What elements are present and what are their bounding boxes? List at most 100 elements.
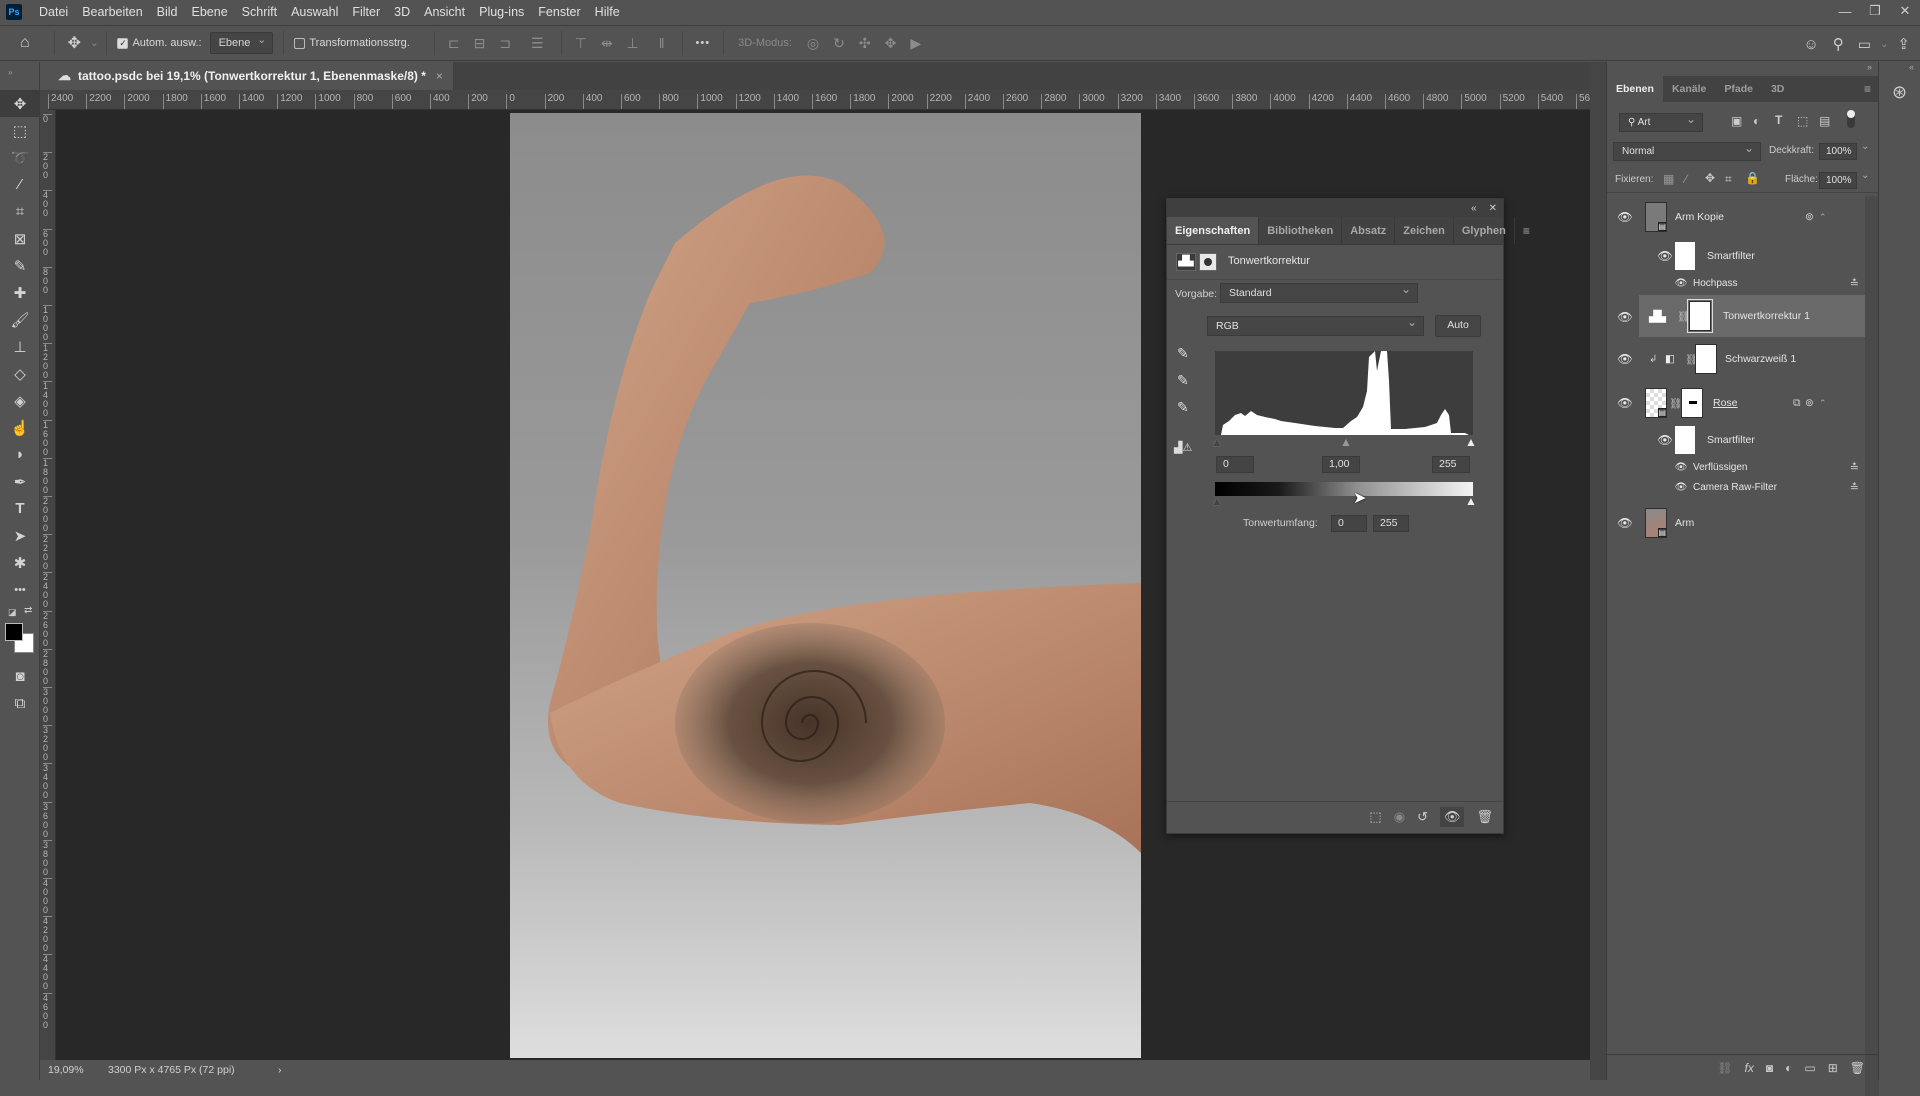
close-button[interactable]: ✕ <box>1890 0 1920 22</box>
new-layer-icon[interactable]: ⊞ <box>1828 1061 1838 1075</box>
type-tool-icon[interactable]: T <box>0 495 40 522</box>
visibility-eye-icon[interactable]: 👁 <box>1617 352 1633 366</box>
align-left-icon[interactable]: ⊏ <box>441 35 467 52</box>
blend-mode-dropdown[interactable]: Normal <box>1613 139 1761 161</box>
new-adjustment-layer-icon[interactable]: ◐ <box>1785 1061 1792 1075</box>
visibility-eye-icon[interactable]: 👁 <box>1617 210 1633 224</box>
share-export-icon[interactable]: ⇪ <box>1890 35 1920 53</box>
layer-schwarzweiss-1[interactable]: 👁 ↲ ◧ ⛓ Schwarzweiß 1 <box>1607 338 1865 380</box>
black-point-eyedropper-icon[interactable]: ✎ <box>1177 345 1189 362</box>
clipping-warning-icon[interactable]: ▟⚠ <box>1174 441 1192 454</box>
screen-mode-icon[interactable]: ⧉ <box>0 690 40 717</box>
zoom-level[interactable]: 19,09% <box>40 1064 90 1076</box>
align-top-icon[interactable]: ⊤ <box>568 35 594 52</box>
workspace-icon[interactable]: ▭ <box>1851 36 1878 53</box>
filter-blending-options-icon[interactable]: ≛ <box>1850 277 1859 290</box>
output-black-field[interactable]: 0 <box>1331 515 1367 532</box>
filter-type-layers-icon[interactable]: T <box>1775 113 1782 127</box>
more-tools-icon[interactable]: ••• <box>0 576 40 603</box>
filter-blending-options-icon[interactable]: ≛ <box>1850 481 1859 494</box>
visibility-eye-icon[interactable]: 👁 <box>1617 516 1633 530</box>
document-tab[interactable]: ☁ tattoo.psdc bei 19,1% (Tonwertkorrektu… <box>48 62 453 90</box>
frame-tool-icon[interactable]: ⊠ <box>0 225 40 252</box>
status-info-arrow[interactable]: › <box>278 1064 282 1076</box>
fill-dropdown-icon[interactable]: ⌄ <box>1861 170 1869 181</box>
eyedropper-tool-icon[interactable]: ✎ <box>0 252 40 279</box>
input-black-slider[interactable]: ▲ <box>1211 435 1223 449</box>
tab-3d[interactable]: 3D <box>1762 76 1793 102</box>
link-layers-icon[interactable]: ⛓ <box>1717 1061 1732 1075</box>
dodge-tool-icon[interactable]: ◗ <box>0 441 40 468</box>
close-tab-icon[interactable]: × <box>436 69 443 83</box>
layers-scrollbar[interactable] <box>1865 196 1879 1096</box>
align-horizontal-center-icon[interactable]: ⊟ <box>467 35 493 52</box>
visibility-eye-icon[interactable]: 👁 <box>1617 396 1633 410</box>
menu-fenster[interactable]: Fenster <box>531 0 587 24</box>
layer-arm[interactable]: 👁 ▤ Arm <box>1607 502 1865 544</box>
3d-slide-icon[interactable]: ✥ <box>878 35 904 52</box>
delete-layer-icon[interactable]: 🗑 <box>1850 1061 1865 1075</box>
filter-shape-layers-icon[interactable]: ⬚ <box>1797 114 1808 128</box>
home-icon[interactable]: ⌂ <box>0 34 48 52</box>
restore-button[interactable]: ❐ <box>1860 0 1890 22</box>
visibility-eye-icon[interactable]: 👁 <box>1673 462 1689 473</box>
new-group-icon[interactable]: ▭ <box>1804 1061 1815 1075</box>
lock-all-icon[interactable]: 🔒 <box>1745 171 1760 185</box>
eraser-tool-icon[interactable]: ◇ <box>0 360 40 387</box>
layer-rose[interactable]: 👁 ▤ ⛓ Rose ⧉ ⊚ ⌃ <box>1607 382 1865 424</box>
layer-mask-thumbnail[interactable] <box>1695 344 1717 374</box>
magic-wand-tool-icon[interactable]: ⁄ <box>0 171 40 198</box>
tab-eigenschaften[interactable]: Eigenschaften <box>1167 217 1260 244</box>
layer-style-fx-icon[interactable]: fx <box>1745 1061 1754 1075</box>
clip-to-layer-icon[interactable]: ⬚ <box>1369 809 1381 825</box>
share-user-icon[interactable]: ☺ <box>1796 36 1825 53</box>
3d-camera-icon[interactable]: ▶ <box>903 35 928 52</box>
filter-adjustment-layers-icon[interactable]: ◐ <box>1753 114 1760 128</box>
more-options-button[interactable]: ••• <box>689 37 718 49</box>
white-point-eyedropper-icon[interactable]: ✎ <box>1177 399 1189 416</box>
minimize-button[interactable]: — <box>1830 0 1860 22</box>
output-white-field[interactable]: 255 <box>1373 515 1409 532</box>
opacity-field[interactable]: 100% <box>1819 143 1857 160</box>
input-white-field[interactable]: 255 <box>1432 456 1470 473</box>
default-colors-icon[interactable]: ◪ <box>8 607 17 618</box>
input-white-slider[interactable]: ▲ <box>1465 435 1477 449</box>
ruler-horizontal[interactable]: 2400 2200 2000 1800 1600 1400 1200 1000 800 600 40… <box>48 90 1590 110</box>
pen-tool-icon[interactable]: ✒ <box>0 468 40 495</box>
menu-datei[interactable]: Datei <box>32 0 75 24</box>
filter-toggle[interactable] <box>1847 110 1855 128</box>
menu-ansicht[interactable]: Ansicht <box>417 0 472 24</box>
auto-select-target-dropdown[interactable]: Ebene <box>209 30 274 54</box>
3d-roll-icon[interactable]: ↻ <box>826 35 852 52</box>
tab-zeichen[interactable]: Zeichen <box>1395 217 1454 244</box>
chevron-down-icon[interactable]: ⌄ <box>88 38 100 49</box>
expand-dock-icon[interactable]: « <box>1879 62 1920 72</box>
panel-menu-icon[interactable]: ≡ <box>1515 217 1538 244</box>
visibility-eye-icon[interactable]: 👁 <box>1617 310 1633 324</box>
distribute-horizontal-icon[interactable]: ‖ <box>652 35 672 51</box>
smartfilter-row[interactable]: 👁 Smartfilter <box>1607 240 1865 272</box>
output-black-slider[interactable]: ▲ <box>1211 494 1223 508</box>
filter-blending-options-icon[interactable]: ≛ <box>1850 461 1859 474</box>
tab-bibliotheken[interactable]: Bibliotheken <box>1259 217 1343 244</box>
layers-panel-menu-icon[interactable]: ≡ <box>1856 76 1879 102</box>
lock-position-icon[interactable]: ✥ <box>1705 171 1715 185</box>
input-gamma-slider[interactable]: ▲ <box>1340 435 1352 449</box>
3d-orbit-icon[interactable]: ◎ <box>800 35 826 52</box>
smartfilter-row[interactable]: 👁 Smartfilter <box>1607 424 1865 456</box>
filter-hochpass[interactable]: 👁 Hochpass ≛ <box>1607 272 1865 294</box>
healing-brush-tool-icon[interactable]: ✚ <box>0 279 40 306</box>
fill-field[interactable]: 100% <box>1819 172 1857 189</box>
document-canvas[interactable] <box>510 113 1141 1058</box>
delete-adjustment-icon[interactable]: 🗑 <box>1476 809 1493 825</box>
levels-adjustment-icon[interactable]: ▟▙ <box>1176 253 1196 271</box>
move-tool-icon[interactable]: ✥ <box>0 90 40 117</box>
reset-adjustments-icon[interactable]: ↺ <box>1417 809 1428 825</box>
visibility-eye-icon[interactable]: 👁 <box>1657 433 1673 447</box>
quick-mask-icon[interactable]: ◙ <box>0 663 40 690</box>
chevron-down-icon[interactable]: ⌄ <box>1878 39 1890 50</box>
view-previous-state-icon[interactable]: ◉ <box>1394 809 1405 825</box>
filter-camera-raw[interactable]: 👁 Camera Raw-Filter ≛ <box>1607 477 1865 497</box>
visibility-eye-icon[interactable]: 👁 <box>1657 249 1673 263</box>
lock-artboard-icon[interactable]: ⌗ <box>1725 172 1732 187</box>
